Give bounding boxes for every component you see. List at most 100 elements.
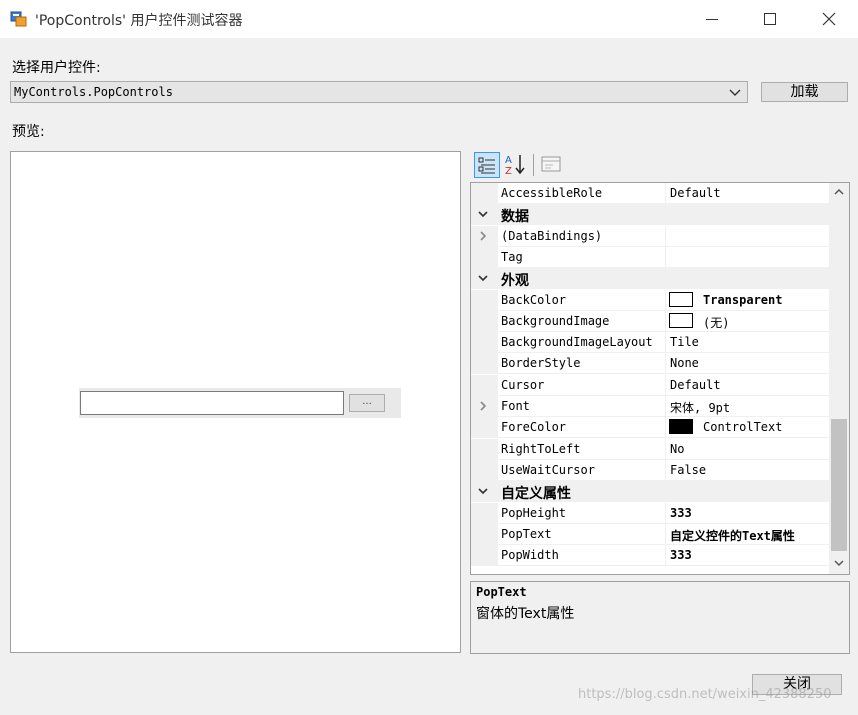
pop-text-input[interactable] [80,391,344,415]
load-button[interactable]: 加载 [761,82,848,102]
category-name: 自定义属性 [501,486,571,503]
property-value[interactable]: Default [670,186,828,200]
maximize-button[interactable] [741,0,799,38]
property-row[interactable]: RightToLeft No [471,438,829,460]
property-row[interactable]: PopText 自定义控件的Text属性 [471,523,829,545]
chevron-right-icon[interactable] [477,230,489,242]
row-margin [471,545,498,567]
description-title: PopText [476,585,527,599]
property-name: (DataBindings) [501,228,603,243]
chevron-down-icon [729,89,741,96]
property-row[interactable]: AccessibleRole Default [471,183,829,204]
property-name: PopHeight [501,505,567,520]
column-divider[interactable] [665,438,666,460]
alphabetical-button[interactable]: A Z [503,152,529,178]
row-margin [471,183,498,204]
property-row[interactable]: ForeColor ControlText [471,417,829,439]
property-name: BackColor [501,292,567,307]
column-divider[interactable] [665,459,666,481]
property-name: BackgroundImageLayout [501,335,653,350]
chevron-right-icon[interactable] [477,400,489,412]
column-divider[interactable] [665,545,666,567]
column-divider[interactable] [665,374,666,396]
color-swatch [669,312,693,328]
chevron-down-icon[interactable] [477,272,489,284]
pop-control: ... [79,388,401,418]
category-name: 数据 [501,209,529,226]
color-swatch [669,291,693,307]
property-name: BorderStyle [501,356,581,371]
property-value[interactable]: 333 [670,506,828,520]
property-row[interactable]: UseWaitCursor False [471,459,829,481]
row-margin [471,310,498,332]
property-value[interactable]: False [670,463,828,477]
property-row[interactable]: BackgroundImage (无) [471,310,829,332]
column-divider[interactable] [665,523,666,545]
minimize-button[interactable] [683,0,741,38]
property-value[interactable]: ControlText [703,420,828,434]
property-value[interactable]: No [670,442,828,456]
scrollbar-thumb[interactable] [831,419,847,551]
control-combobox[interactable]: MyControls.PopControls [10,81,748,103]
property-value[interactable]: Tile [670,335,828,349]
row-margin [471,438,498,460]
column-divider[interactable] [665,183,666,204]
column-divider[interactable] [665,417,666,439]
categorized-button[interactable] [474,152,500,178]
property-name: AccessibleRole [501,186,603,200]
property-value[interactable]: 333 [670,548,828,562]
category-row[interactable]: 外观 [471,268,829,290]
property-row[interactable]: Font 宋体, 9pt [471,396,829,417]
property-value[interactable]: Default [670,378,828,392]
property-name: UseWaitCursor [501,462,595,477]
property-name: Tag [501,249,523,264]
scroll-up-icon[interactable] [834,188,844,196]
column-divider[interactable] [665,332,666,354]
property-row[interactable]: PopHeight 333 [471,502,829,524]
minimize-icon [706,19,718,20]
row-margin [471,289,498,311]
category-row[interactable]: 数据 [471,204,829,226]
svg-text:Z: Z [505,166,512,176]
close-icon [822,12,836,26]
column-divider[interactable] [665,396,666,417]
property-row[interactable]: PopWidth 333 [471,545,829,567]
pop-browse-button[interactable]: ... [349,394,385,412]
description-pane: PopText 窗体的Text属性 [470,581,850,654]
property-value[interactable]: Transparent [703,293,828,307]
select-control-label: 选择用户控件: [12,60,101,76]
title-bar: 'PopControls' 用户控件测试容器 [0,0,858,38]
property-name: ForeColor [501,420,567,435]
property-row[interactable]: (DataBindings) [471,225,829,247]
property-name: RightToLeft [501,441,581,456]
property-value[interactable]: 宋体, 9pt [670,399,828,416]
column-divider[interactable] [665,310,666,332]
category-row[interactable]: 自定义属性 [471,481,829,503]
column-divider[interactable] [665,225,666,247]
property-value[interactable]: 自定义控件的Text属性 [670,527,828,544]
column-divider[interactable] [665,502,666,524]
property-grid[interactable]: AccessibleRole Default 数据 (DataBindings) Tag… [470,182,850,575]
categorized-icon [478,157,495,174]
close-window-button[interactable] [800,0,858,38]
chevron-down-icon[interactable] [477,208,489,220]
property-row[interactable]: BorderStyle None [471,353,829,375]
row-margin [471,246,498,268]
svg-text:A: A [505,155,512,166]
property-value[interactable]: None [670,356,828,370]
property-row[interactable]: Cursor Default [471,374,829,396]
vertical-scrollbar[interactable] [829,183,849,574]
property-pages-button[interactable] [539,152,565,178]
property-value[interactable]: (无) [703,314,828,331]
property-row[interactable]: Tag [471,246,829,268]
column-divider[interactable] [665,246,666,268]
row-separator [498,565,829,567]
column-divider[interactable] [665,353,666,375]
category-name: 外观 [501,273,529,290]
column-divider[interactable] [665,289,666,311]
property-row[interactable]: BackgroundImageLayout Tile [471,332,829,354]
scroll-down-icon[interactable] [834,559,844,567]
property-name: BackgroundImage [501,313,610,328]
chevron-down-icon[interactable] [477,485,489,497]
property-row[interactable]: BackColor Transparent [471,289,829,311]
